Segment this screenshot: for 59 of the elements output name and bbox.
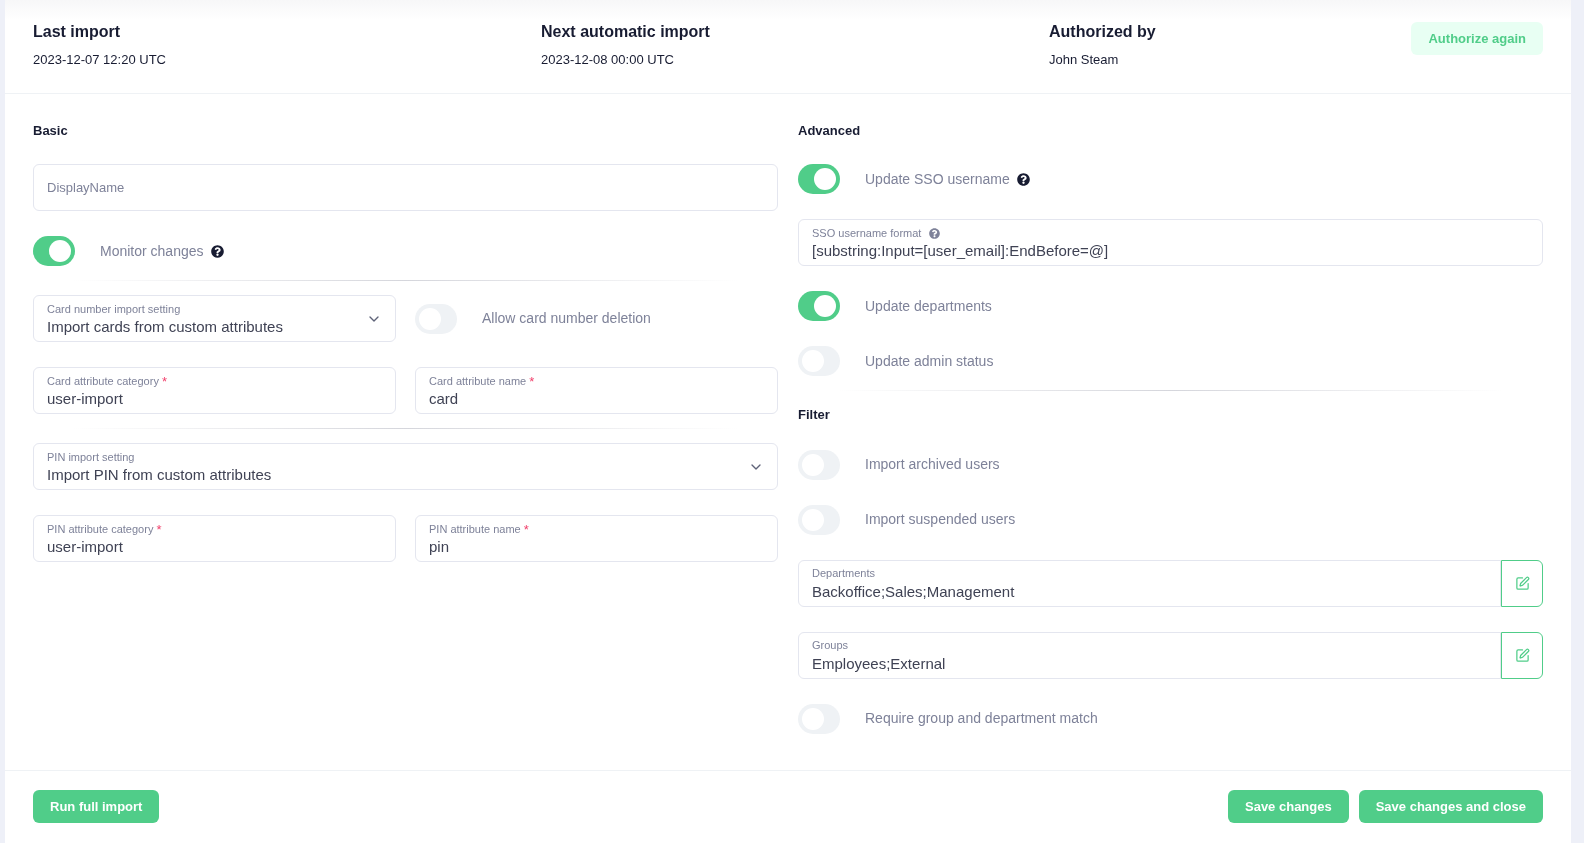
help-icon <box>929 227 941 239</box>
info-title: Next automatic import <box>541 22 711 42</box>
text-field[interactable]: Departments Backoffice;Sales;Management <box>798 559 1501 607</box>
toggle-label: Import suspended users <box>865 510 1016 529</box>
text-field[interactable]: PIN attribute name * pin <box>415 515 778 562</box>
field-label: Card number import setting <box>47 301 182 317</box>
edit-button[interactable] <box>1501 559 1543 607</box>
required-mark: * <box>523 522 529 536</box>
field-label: Card attribute category <box>47 373 159 389</box>
info-value: 2023-12-07 12:20 UTC <box>33 51 167 69</box>
input-field[interactable]: DisplayName <box>33 164 778 211</box>
select-value: Import cards from custom attributes <box>47 317 284 338</box>
field-label: PIN import setting <box>47 449 136 465</box>
toggle-label: Update SSO username <box>865 169 1010 189</box>
toggle-switch[interactable] <box>798 164 840 194</box>
info-title: Last import <box>33 22 122 42</box>
field-value: Employees;External <box>812 653 947 674</box>
section-heading: Basic <box>33 122 69 139</box>
toggle-label: Monitor changes <box>100 241 204 261</box>
required-mark: * <box>161 374 167 388</box>
text-field[interactable]: SSO username format [substring:Input=[user_email]:EndBefore=@] <box>798 219 1543 266</box>
info-title: Authorized by <box>1049 22 1157 42</box>
toggle-switch[interactable] <box>33 236 75 266</box>
field-value: Backoffice;Sales;Management <box>812 581 1016 602</box>
select-field[interactable]: Card number import setting Import cards from custom attributes <box>33 295 396 342</box>
field-label: Departments <box>812 566 875 582</box>
required-mark: * <box>156 522 162 536</box>
field-value: user-import <box>47 537 124 557</box>
edit-button[interactable] <box>1501 631 1543 679</box>
toggle-label: Import archived users <box>865 455 1000 474</box>
info-value: John Steam <box>1049 51 1120 69</box>
field-label: PIN attribute category <box>47 521 154 537</box>
info-value: 2023-12-08 00:00 UTC <box>541 51 675 69</box>
section-heading: Advanced <box>798 122 862 139</box>
text-field[interactable]: Card attribute name * card <box>415 367 778 414</box>
help-icon <box>210 244 224 258</box>
edit-icon <box>1514 575 1530 591</box>
toggle-label: Allow card number deletion <box>482 309 651 328</box>
text-field[interactable]: Groups Employees;External <box>798 631 1501 679</box>
field-label: PIN attribute name <box>429 521 521 537</box>
edit-icon <box>1514 647 1530 663</box>
select-value: Import PIN from custom attributes <box>47 465 273 486</box>
field-label: SSO username format <box>812 225 922 241</box>
section-heading: Filter <box>798 406 831 424</box>
toggle-label: Update admin status <box>865 351 994 371</box>
toggle-label: Update departments <box>865 296 992 316</box>
text-field[interactable]: PIN attribute category * user-import <box>33 515 396 562</box>
toggle-switch[interactable] <box>798 291 840 321</box>
help-icon <box>1016 172 1030 186</box>
toggle-label: Require group and department match <box>865 709 1098 728</box>
select-field[interactable]: PIN import setting Import PIN from custom attributes <box>33 443 778 490</box>
field-value: user-import <box>47 389 124 409</box>
field-value: [substring:Input=[user_email]:EndBefore=@] <box>812 241 1110 261</box>
field-value: pin <box>429 537 451 557</box>
field-label: Card attribute name <box>429 373 527 389</box>
field-value: card <box>429 389 460 409</box>
text-field[interactable]: Card attribute category * user-import <box>33 367 396 414</box>
required-mark: * <box>529 374 535 388</box>
field-label: Groups <box>812 638 849 654</box>
